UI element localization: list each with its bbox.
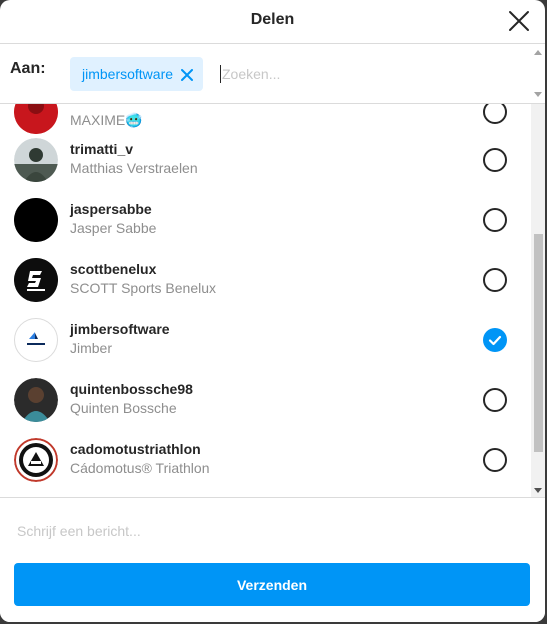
black-avatar-icon (14, 198, 58, 242)
close-button[interactable] (507, 9, 531, 33)
list-item[interactable]: cadomotustriathlon Cádomotus® Triathlon (0, 430, 531, 490)
full-name: Jimber (70, 340, 113, 356)
recipient-chip-label: jimbersoftware (82, 66, 174, 82)
full-name: MAXIME🥶 (70, 112, 143, 128)
select-radio-checked[interactable] (483, 328, 507, 352)
user-list: MAXIME🥶 trimatti_v Matthias Verstraelen (0, 104, 531, 497)
username: scottbenelux (70, 261, 157, 277)
list-item[interactable]: scottbenelux SCOTT Sports Benelux (0, 250, 531, 310)
avatar (14, 198, 58, 242)
scroll-up-icon[interactable] (534, 50, 542, 55)
scrollbar-thumb[interactable] (534, 234, 543, 452)
select-radio[interactable] (483, 104, 507, 124)
dialog-title: Delen (250, 11, 295, 28)
to-label: Aan: (10, 60, 46, 77)
list-item[interactable]: jaspersabbe Jasper Sabbe (0, 190, 531, 250)
avatar (14, 258, 58, 302)
list-item[interactable]: quintenbossche98 Quinten Bossche (0, 370, 531, 430)
avatar (14, 378, 58, 422)
avatar (14, 138, 58, 182)
dialog-footer: Verzenden (0, 497, 545, 622)
recipient-chip[interactable]: jimbersoftware (70, 57, 204, 91)
username: trimatti_v (70, 141, 134, 157)
scott-logo-icon (14, 258, 58, 302)
dialog-header: Delen (0, 0, 545, 44)
list-item[interactable]: jimbersoftware Jimber (0, 310, 531, 370)
recipient-scrollbar[interactable] (531, 44, 545, 103)
remove-chip-button[interactable] (181, 68, 194, 81)
close-icon (509, 11, 529, 31)
message-input[interactable] (17, 522, 517, 540)
select-radio[interactable] (483, 388, 507, 412)
search-input[interactable] (220, 65, 522, 83)
close-icon (181, 69, 194, 81)
cadomotus-logo-icon (14, 438, 58, 482)
scroll-down-icon[interactable] (534, 92, 542, 97)
select-radio[interactable] (483, 208, 507, 232)
select-radio[interactable] (483, 268, 507, 292)
photo-avatar-icon (14, 378, 58, 422)
photo-avatar-icon (14, 138, 58, 182)
avatar (14, 318, 58, 362)
send-button[interactable]: Verzenden (14, 563, 530, 606)
list-scrollbar[interactable] (531, 104, 545, 497)
full-name: Jasper Sabbe (70, 220, 157, 236)
scroll-down-icon[interactable] (534, 488, 542, 493)
full-name: SCOTT Sports Benelux (70, 280, 217, 296)
recipient-row: Aan: jimbersoftware (0, 44, 545, 104)
select-radio[interactable] (483, 148, 507, 172)
select-radio[interactable] (483, 448, 507, 472)
username: cadomotustriathlon (70, 441, 201, 457)
username: jaspersabbe (70, 201, 152, 217)
avatar (14, 438, 58, 482)
checkmark-icon (488, 335, 502, 346)
full-name: Matthias Verstraelen (70, 160, 198, 176)
jimber-logo-icon (27, 332, 45, 345)
full-name: Quinten Bossche (70, 400, 177, 416)
full-name: Cádomotus® Triathlon (70, 460, 210, 476)
list-item[interactable]: trimatti_v Matthias Verstraelen (0, 130, 531, 190)
username: jimbersoftware (70, 321, 170, 337)
share-dialog: Delen Aan: jimbersoftware Zoeken... MAXI… (0, 0, 545, 622)
username: quintenbossche98 (70, 381, 193, 397)
